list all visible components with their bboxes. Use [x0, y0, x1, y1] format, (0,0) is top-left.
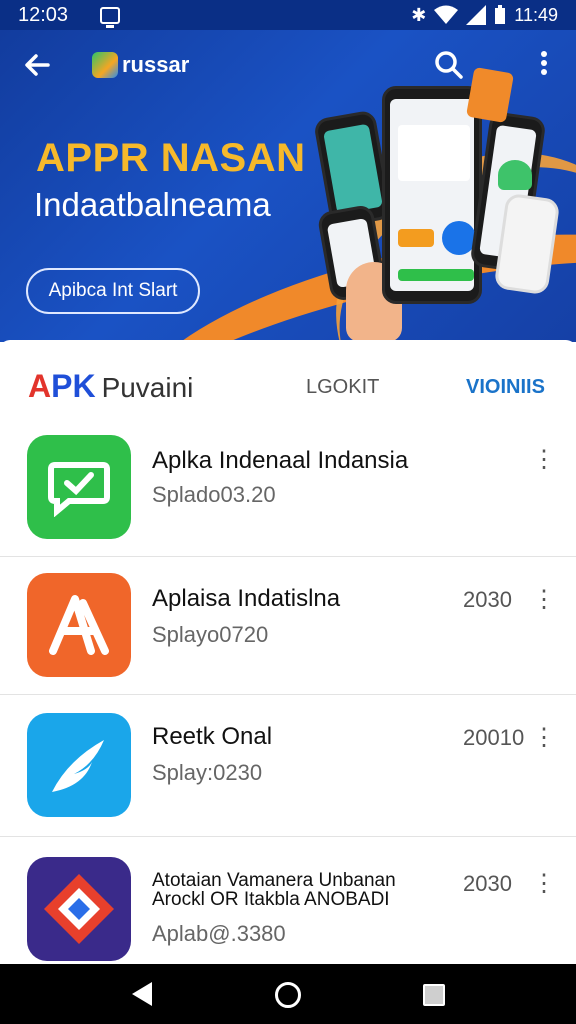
letter-a-icon — [27, 573, 131, 677]
list-item[interactable]: Aplaisa Indatislna Splayo0720 2030 ⋮ — [0, 557, 576, 695]
status-time: 12:03 — [18, 3, 69, 26]
status-bar: 12:03 ✱ 11:49 — [0, 0, 576, 30]
app-name-line-2: Arockl OR Itakbla ANOBADI — [152, 889, 390, 910]
logo-mark-icon — [92, 52, 118, 78]
chat-check-icon — [27, 435, 131, 539]
banner-headline: APPR NASAN — [36, 136, 306, 180]
app-name: Aplka Indenaal Indansia — [152, 447, 409, 474]
app-logo: russar — [92, 52, 189, 78]
battery-icon — [495, 5, 506, 24]
app-more-button[interactable]: ⋮ — [532, 585, 556, 614]
tab-lookit[interactable]: LGOKIT — [306, 376, 379, 399]
app-year: 20010 — [463, 725, 525, 750]
app-subtitle: Splado03.20 — [152, 482, 276, 507]
home-icon[interactable] — [275, 982, 301, 1008]
decoration-card — [465, 66, 515, 124]
list-item[interactable]: Reetk Onal Splay:0230 20010 ⋮ — [0, 695, 576, 837]
signal-icon — [466, 5, 487, 25]
hero-banner: russar APPR NASAN Indaatbalneama Apibca … — [0, 30, 576, 342]
more-vert-icon — [541, 51, 547, 75]
app-subtitle: Splay:0230 — [152, 760, 263, 785]
list-header: APK Puvaini LGOKIT VIOINIIS — [0, 340, 576, 430]
wifi-icon — [434, 5, 459, 24]
app-name: Reetk Onal — [152, 723, 273, 750]
brand-apk: APK — [28, 368, 96, 404]
phone-screen-bar — [398, 269, 474, 281]
app-list-card: APK Puvaini LGOKIT VIOINIIS Aplka Indenaa… — [0, 340, 576, 964]
list-item[interactable]: Atotaian Vamanera Unbanan Arockl OR Itak… — [0, 837, 576, 964]
back-button[interactable] — [22, 50, 56, 84]
phone-illustration-center — [382, 86, 482, 304]
app-more-button[interactable]: ⋮ — [532, 869, 556, 898]
app-year: 2030 — [463, 871, 512, 896]
android-icon — [498, 160, 532, 190]
brand-name: Puvaini — [101, 372, 194, 403]
app-subtitle: Aplab@.3380 — [152, 921, 286, 946]
phone-screen-button — [398, 229, 434, 247]
feather-icon — [27, 713, 131, 817]
overflow-menu-button[interactable] — [534, 50, 554, 80]
status-icons: ✱ 11:49 — [411, 5, 558, 26]
app-name: Atotaian Vamanera Unbanan — [152, 870, 396, 891]
phone-screen-card — [398, 125, 470, 181]
list-item[interactable]: Aplka Indenaal Indansia Splado03.20 ⋮ — [0, 435, 576, 557]
app-more-button[interactable]: ⋮ — [532, 445, 556, 474]
app-subtitle: Splayo0720 — [152, 622, 269, 647]
banner-cta-button[interactable]: Apibca Int Slart — [26, 268, 200, 314]
app-more-button[interactable]: ⋮ — [532, 723, 556, 752]
bluetooth-icon: ✱ — [411, 4, 427, 25]
system-nav-bar — [0, 964, 576, 1024]
search-icon — [435, 51, 463, 79]
back-icon[interactable] — [132, 982, 152, 1006]
search-button[interactable] — [434, 50, 464, 80]
diamond-icon — [27, 857, 131, 961]
tab-versions[interactable]: VIOINIIS — [466, 376, 545, 399]
recents-icon[interactable] — [423, 984, 445, 1006]
logo-text: russar — [122, 52, 190, 77]
app-year: 2030 — [463, 587, 512, 612]
arrow-left-icon — [25, 54, 50, 76]
cast-icon — [100, 6, 121, 28]
banner-subline: Indaatbalneama — [34, 186, 271, 223]
status-time-right: 11:49 — [514, 4, 558, 25]
brand-title: APK Puvaini — [28, 368, 193, 405]
app-name: Aplaisa Indatislna — [152, 585, 341, 612]
